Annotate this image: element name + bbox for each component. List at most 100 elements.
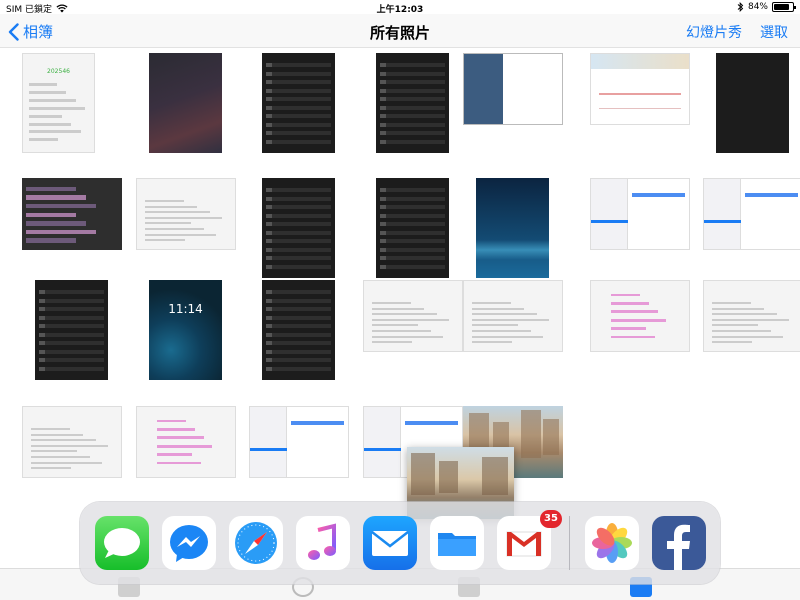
thumbnail-row <box>266 358 331 362</box>
thumbnail-row <box>380 196 445 201</box>
photo-thumbnail[interactable] <box>463 178 563 278</box>
thumbnail-selected-row <box>704 219 742 224</box>
photos-app-icon[interactable] <box>585 516 639 570</box>
thumbnail-image <box>590 280 690 352</box>
photo-thumbnail[interactable] <box>590 53 690 153</box>
photo-thumbnail[interactable] <box>463 53 563 153</box>
photo-thumbnail[interactable]: 202546 <box>22 53 122 153</box>
thumbnail-line <box>28 83 58 87</box>
thumbnail-image <box>463 280 563 352</box>
dock-divider <box>569 516 570 570</box>
thumbnail-image <box>136 406 236 478</box>
thumbnail-bar <box>745 193 799 197</box>
thumbnail-row <box>266 290 331 294</box>
thumbnail-line <box>144 200 185 203</box>
thumbnail-image <box>703 178 800 250</box>
photo-thumbnail[interactable] <box>363 53 463 153</box>
thumbnail-row <box>266 205 331 209</box>
thumbnail-row <box>266 80 331 84</box>
gmail-badge: 35 <box>540 510 562 528</box>
thumbnail-line <box>371 307 424 310</box>
photo-thumbnail[interactable] <box>363 280 463 380</box>
thumbnail-line <box>711 307 764 310</box>
thumbnail-line <box>471 335 544 338</box>
music-app-icon[interactable] <box>296 516 350 570</box>
photo-thumbnail[interactable] <box>22 178 122 278</box>
thumbnail-line <box>28 91 67 95</box>
thumbnail-row <box>266 324 331 328</box>
photo-thumbnail[interactable] <box>249 178 349 278</box>
thumbnail-row <box>380 71 445 76</box>
thumbnail-image <box>262 178 335 278</box>
photo-thumbnail[interactable] <box>22 406 122 506</box>
thumbnail-line <box>471 307 524 310</box>
thumbnail-row <box>266 307 331 311</box>
messages-app-icon[interactable] <box>95 516 149 570</box>
thumbnail-line <box>371 302 412 305</box>
thumbnail-bar <box>610 293 640 297</box>
thumbnail-line <box>30 461 103 464</box>
photo-thumbnail[interactable] <box>463 280 563 380</box>
photo-thumbnail[interactable] <box>703 178 800 278</box>
facebook-app-icon[interactable] <box>652 516 706 570</box>
thumbnail-row <box>380 97 445 101</box>
photo-grid: 202546 11:14 <box>0 48 800 568</box>
safari-app-icon[interactable] <box>229 516 283 570</box>
thumbnail-bar <box>632 193 686 197</box>
photo-thumbnail[interactable] <box>249 406 349 506</box>
files-app-icon[interactable] <box>430 516 484 570</box>
photo-building <box>481 457 508 495</box>
slideshow-button[interactable]: 幻燈片秀 <box>686 22 742 42</box>
photo-thumbnail[interactable] <box>249 280 349 380</box>
photo-thumbnail[interactable] <box>703 280 800 380</box>
thumbnail-image <box>363 280 463 352</box>
thumbnail-line <box>711 335 784 338</box>
thumbnail-row <box>39 332 104 337</box>
photo-thumbnail[interactable] <box>249 53 349 153</box>
thumbnail-row <box>380 114 445 118</box>
thumbnail-bar <box>156 436 204 440</box>
thumbnail-row <box>380 230 445 235</box>
photo-thumbnail[interactable] <box>703 53 800 153</box>
thumbnail-bar <box>610 318 667 322</box>
photo-thumbnail[interactable] <box>22 280 122 380</box>
thumbnail-line <box>711 302 752 305</box>
photo-thumbnail[interactable] <box>590 178 690 278</box>
folder-icon <box>438 533 476 556</box>
select-button[interactable]: 選取 <box>760 22 788 42</box>
messenger-bolt-icon <box>170 525 208 562</box>
thumbnail-line <box>30 456 90 459</box>
thumbnail-row <box>380 247 445 252</box>
back-button[interactable]: 相簿 <box>8 21 53 42</box>
thumbnail-line <box>144 216 223 219</box>
thumbnail-row <box>266 315 331 320</box>
photo-thumbnail[interactable] <box>363 178 463 278</box>
thumbnail-line <box>30 444 109 447</box>
thumbnail-row <box>26 203 96 209</box>
thumbnail-line <box>371 335 444 338</box>
messenger-app-icon[interactable] <box>162 516 216 570</box>
thumbnail-bar <box>156 428 195 431</box>
thumbnail-line <box>144 222 191 225</box>
photo-thumbnail[interactable] <box>136 178 236 278</box>
thumbnail-row <box>380 256 445 260</box>
thumbnail-row <box>380 222 445 226</box>
photo-thumbnail[interactable] <box>590 280 690 380</box>
thumbnail-row <box>266 105 331 110</box>
thumbnail-banner <box>591 54 689 70</box>
thumbnail-row <box>26 221 86 226</box>
thumbnail-line <box>471 302 512 305</box>
thumbnail-image <box>22 406 122 478</box>
thumbnail-line <box>30 428 71 431</box>
thumbnail-line <box>371 313 437 316</box>
thumbnail-line <box>28 114 63 118</box>
mail-app-icon[interactable] <box>363 516 417 570</box>
photo-thumbnail[interactable]: 11:14 <box>136 280 236 380</box>
battery-icon <box>772 2 796 12</box>
battery-percent: 84% <box>747 2 768 12</box>
back-label: 相簿 <box>23 23 54 41</box>
photo-thumbnail[interactable] <box>136 406 236 506</box>
photo-thumbnail[interactable] <box>136 53 236 153</box>
thumbnail-row <box>380 105 445 110</box>
thumbnail-row <box>380 213 445 218</box>
